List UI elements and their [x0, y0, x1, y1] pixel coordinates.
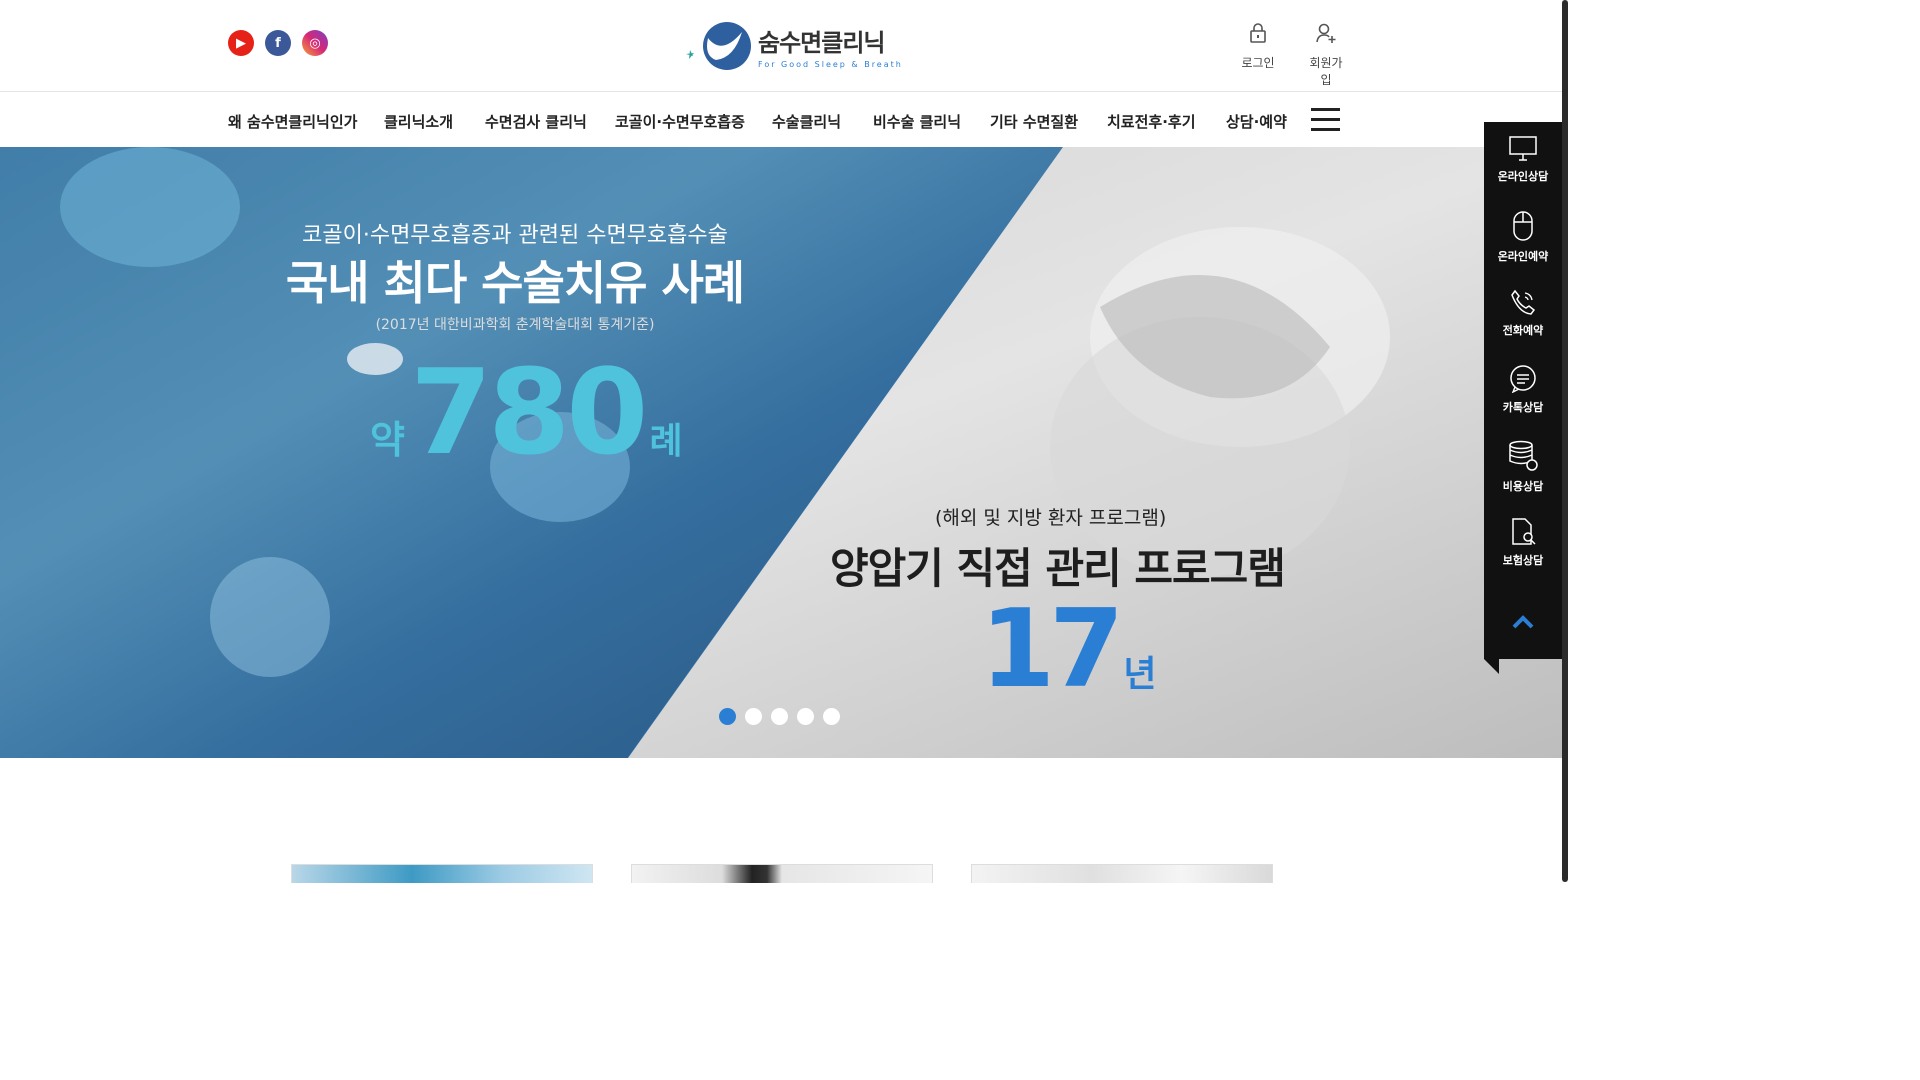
chat-icon: [1510, 365, 1536, 393]
top-header: ▶ f ◎ 숨수면클리닉 For Good Sleep & Breath 로그인: [0, 0, 1562, 92]
monitor-icon: [1509, 136, 1537, 161]
quick-online-consult[interactable]: 온라인상담: [1484, 136, 1562, 184]
nav-item-snoring[interactable]: 코골이·수면무호흡증: [615, 111, 745, 132]
logo-title: 숨수면클리닉: [758, 29, 885, 57]
hero-left-note: (2017년 대한비과학회 춘계학술대회 통계기준): [375, 317, 655, 333]
slider-dot-2[interactable]: [745, 708, 762, 725]
quick-label: 비용상담: [1502, 480, 1544, 493]
nav-item-consult[interactable]: 상담·예약: [1226, 111, 1287, 132]
user-links: 로그인 회원가입: [1238, 22, 1346, 88]
quick-label: 온라인예약: [1497, 250, 1549, 263]
signup-label: 회원가입: [1309, 56, 1343, 87]
content-thumbnails: [291, 864, 1273, 883]
slider-dot-1[interactable]: [719, 708, 736, 725]
quick-kakao-consult[interactable]: 카톡상담: [1484, 365, 1562, 415]
chevron-up-icon: [1512, 615, 1534, 629]
nav-item-nonsurgical[interactable]: 비수술 클리닉: [873, 111, 961, 132]
stat-unit: 년: [1123, 654, 1157, 695]
facebook-icon[interactable]: f: [265, 30, 291, 56]
quick-label: 온라인상담: [1497, 170, 1549, 183]
quick-label: 보험상담: [1502, 554, 1544, 567]
thumbnail-card-3[interactable]: [971, 864, 1273, 883]
thumbnail-card-1[interactable]: [291, 864, 593, 883]
nav-item-other-disorders[interactable]: 기타 수면질환: [990, 111, 1078, 132]
social-links: ▶ f ◎: [228, 30, 328, 56]
youtube-icon[interactable]: ▶: [228, 30, 254, 56]
menu-icon[interactable]: [1311, 108, 1340, 131]
hero-left-stat: 약 780 례: [370, 343, 683, 481]
slider-dot-5[interactable]: [823, 708, 840, 725]
add-user-icon: [1316, 23, 1336, 43]
quick-insurance-consult[interactable]: 보험상담: [1484, 518, 1562, 568]
hero-right-subtitle: (해외 및 지방 환자 프로그램): [935, 507, 1167, 529]
thumbnail-card-2[interactable]: [631, 864, 933, 883]
quick-menu-tail: [1484, 659, 1499, 674]
quick-label: 전화예약: [1502, 324, 1544, 337]
hero-left-title: 국내 최다 수술치유 사례: [285, 256, 745, 310]
hero-slider: 코골이·수면무호흡증과 관련된 수면무호흡수술 국내 최다 수술치유 사례 (2…: [0, 147, 1562, 758]
instagram-icon[interactable]: ◎: [302, 30, 328, 56]
slider-dot-4[interactable]: [797, 708, 814, 725]
login-label: 로그인: [1241, 56, 1275, 70]
quick-menu: 온라인상담 온라인예약 전화예약 카톡상담 비용상담 보험상담: [1484, 122, 1562, 659]
hero-right-stat: 17 년: [980, 587, 1157, 712]
nav-item-surgery[interactable]: 수술클리닉: [772, 111, 841, 132]
phone-icon: [1511, 289, 1536, 315]
stat-number: 780: [410, 343, 648, 481]
login-button[interactable]: 로그인: [1238, 22, 1278, 88]
nav-item-why[interactable]: 왜 숨수면클리닉인가: [228, 111, 357, 132]
mouse-icon: [1513, 211, 1533, 241]
document-search-icon: [1512, 518, 1536, 545]
quick-label: 카톡상담: [1502, 401, 1544, 414]
logo-bird-icon: [682, 18, 754, 74]
stat-unit: 례: [649, 421, 683, 462]
stat-number: 17: [980, 587, 1124, 712]
nav-item-reviews[interactable]: 치료전후·후기: [1107, 111, 1196, 132]
site-logo[interactable]: 숨수면클리닉 For Good Sleep & Breath: [682, 18, 903, 74]
scroll-to-top-button[interactable]: [1511, 614, 1535, 634]
stat-prefix: 약: [370, 418, 405, 462]
slider-pagination: [719, 708, 840, 725]
hero-left-subtitle: 코골이·수면무호흡증과 관련된 수면무호흡수술: [302, 223, 728, 248]
lock-icon: [1250, 23, 1266, 43]
quick-phone-reservation[interactable]: 전화예약: [1484, 288, 1562, 338]
logo-subtitle: For Good Sleep & Breath: [758, 60, 903, 69]
quick-cost-consult[interactable]: 비용상담: [1484, 440, 1562, 494]
coins-icon: [1509, 440, 1538, 471]
signup-button[interactable]: 회원가입: [1306, 22, 1346, 88]
main-nav: 왜 숨수면클리닉인가 클리닉소개 수면검사 클리닉 코골이·수면무호흡증 수술클…: [0, 92, 1562, 146]
quick-online-reservation[interactable]: 온라인예약: [1484, 210, 1562, 264]
nav-item-sleep-test[interactable]: 수면검사 클리닉: [485, 111, 587, 132]
nav-item-about[interactable]: 클리닉소개: [384, 111, 453, 132]
scrollbar-thumb[interactable]: [1562, 0, 1568, 882]
slider-dot-3[interactable]: [771, 708, 788, 725]
